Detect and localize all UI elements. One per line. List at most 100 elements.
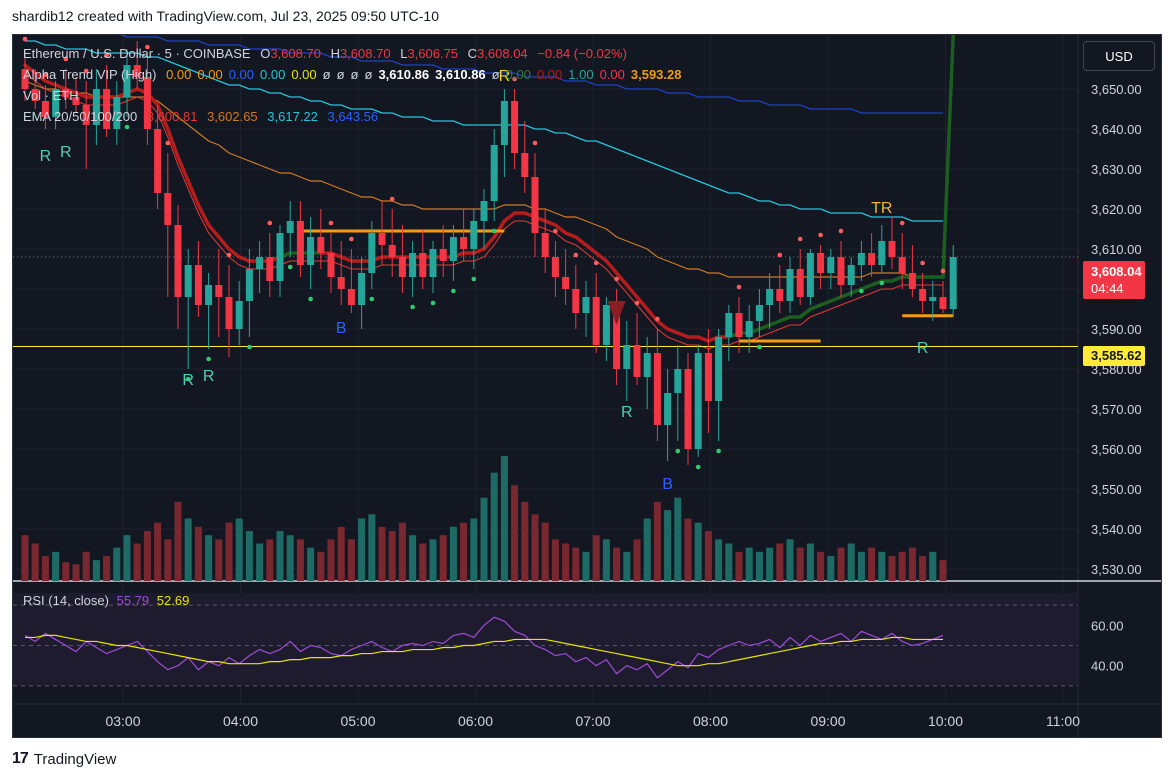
signal-dot: [655, 316, 660, 322]
volume-legend[interactable]: Vol · ETH: [23, 88, 85, 103]
signal-dot: [165, 140, 171, 146]
signal-dot: [389, 196, 395, 202]
alpha-trend-value: 0.00: [228, 67, 255, 82]
candle-body: [592, 297, 600, 345]
volume-bar: [184, 518, 192, 581]
rsi-value: 55.79: [116, 593, 150, 608]
volume-bar: [317, 551, 325, 581]
alpha-trend-segment: [574, 235, 588, 247]
candle-body: [419, 253, 427, 277]
rsi-axis-label: 40.00: [1091, 659, 1124, 674]
volume-bar: [337, 526, 345, 581]
price-axis-label: 3,650.00: [1091, 82, 1142, 97]
currency-button[interactable]: USD: [1083, 41, 1155, 71]
volume-bar: [857, 551, 865, 581]
alpha-trend-segment: [492, 219, 507, 239]
alpha-trend-segment: [502, 211, 517, 223]
signal-dot: [247, 344, 252, 350]
volume-bar: [113, 547, 121, 581]
candle-body: [429, 249, 437, 277]
candle-body: [674, 369, 682, 393]
candle-body: [745, 321, 753, 337]
candle-body: [868, 253, 876, 265]
signal-label-r: R: [621, 404, 633, 421]
chart-frame[interactable]: R R R R B R R B TR R 3,650.00 3,640.00 3,630.00 3,620…: [12, 34, 1162, 738]
time-axis-label: 06:00: [458, 713, 493, 729]
candle-body: [766, 289, 774, 305]
candle-body: [368, 233, 376, 273]
time-axis-label: 03:00: [105, 713, 140, 729]
volume-bar: [123, 535, 131, 581]
volume-bar: [500, 456, 508, 581]
volume-bar: [735, 551, 743, 581]
volume-bar: [21, 535, 29, 581]
candle-body: [154, 129, 162, 193]
candle-body: [439, 249, 447, 261]
alpha-trend-value: 0.00: [536, 67, 563, 82]
signal-label-r: R: [60, 144, 72, 161]
signal-dot: [736, 284, 742, 290]
candle-body: [470, 221, 478, 249]
time-axis-label: 04:00: [223, 713, 258, 729]
volume-bar: [562, 543, 570, 581]
candle-body: [878, 241, 886, 265]
volume-bar: [419, 543, 427, 581]
alpha-trend-values: 0.00 0.00 0.00 0.00 0.00 ø ø ø ø 3,610.86 3,610.86…: [166, 67, 687, 82]
signal-dot: [695, 464, 701, 470]
signal-dot: [451, 288, 456, 294]
alpha-trend-legend[interactable]: Alpha Trend VIP (High) 0.00 0.00 0.00 0.00 0…: [23, 67, 693, 82]
volume-bar: [235, 518, 243, 581]
volume-bar: [745, 547, 753, 581]
candle-body: [735, 313, 743, 337]
signal-dot: [410, 304, 415, 310]
alpha-trend-value: ø: [491, 67, 500, 82]
candle-body: [786, 269, 794, 301]
symbol-title: Ethereum / U.S. Dollar · 5 · COINBASE: [23, 46, 251, 61]
alpha-trend-value: 1.00: [568, 67, 594, 82]
volume-bar: [194, 526, 202, 581]
candle-body: [602, 305, 610, 345]
signal-dot: [226, 252, 232, 258]
volume-bar: [470, 518, 478, 581]
alpha-trend-segment: [941, 35, 955, 279]
candle-body: [755, 305, 763, 321]
signal-dot: [818, 232, 823, 238]
ohlc-close: C3,608.04: [467, 46, 528, 61]
signal-dot: [614, 276, 619, 282]
candle-body: [256, 257, 264, 269]
volume-bar: [52, 551, 60, 581]
volume-bar: [827, 556, 835, 581]
rsi-legend[interactable]: RSI (14, close) 55.79 52.69: [23, 593, 189, 608]
price-axis-label: 3,640.00: [1091, 122, 1142, 137]
volume-bar: [409, 535, 417, 581]
signal-dot: [206, 356, 211, 362]
price-axis-label: 3,550.00: [1091, 482, 1142, 497]
candle-body: [541, 233, 549, 257]
volume-bar: [694, 522, 702, 581]
volume-bar: [602, 539, 610, 581]
candle-body: [409, 253, 417, 277]
volume-bar: [245, 531, 253, 581]
ema-legend[interactable]: EMA 20/50/100/200 3,600.81 3,602.65 3,61…: [23, 109, 384, 124]
volume-bar: [266, 539, 274, 581]
candle-body: [521, 153, 529, 177]
candle-body: [623, 345, 631, 369]
volume-bar: [531, 514, 539, 581]
volume-bar: [307, 547, 315, 581]
candle-body: [827, 257, 835, 273]
candle-body: [919, 289, 927, 301]
candle-body: [796, 269, 804, 297]
volume-bar: [755, 551, 763, 581]
signal-dot: [308, 296, 313, 302]
candle-body: [694, 353, 702, 449]
volume-bar: [806, 543, 814, 581]
alpha-trend-name: Alpha Trend VIP (High): [23, 67, 157, 82]
alpha-trend-value: ø: [322, 67, 331, 82]
ohlc-low: L3,606.75: [400, 46, 459, 61]
candle-body: [358, 273, 366, 305]
price-chart[interactable]: R RR RBRRBTRR3,650.003,640.003,630.003,620…: [13, 35, 1162, 738]
tradingview-logo-icon: 17: [12, 750, 29, 767]
volume-name: Vol · ETH: [23, 88, 79, 103]
candle-body: [551, 257, 559, 277]
symbol-legend[interactable]: Ethereum / U.S. Dollar · 5 · COINBASE O3…: [23, 46, 633, 61]
